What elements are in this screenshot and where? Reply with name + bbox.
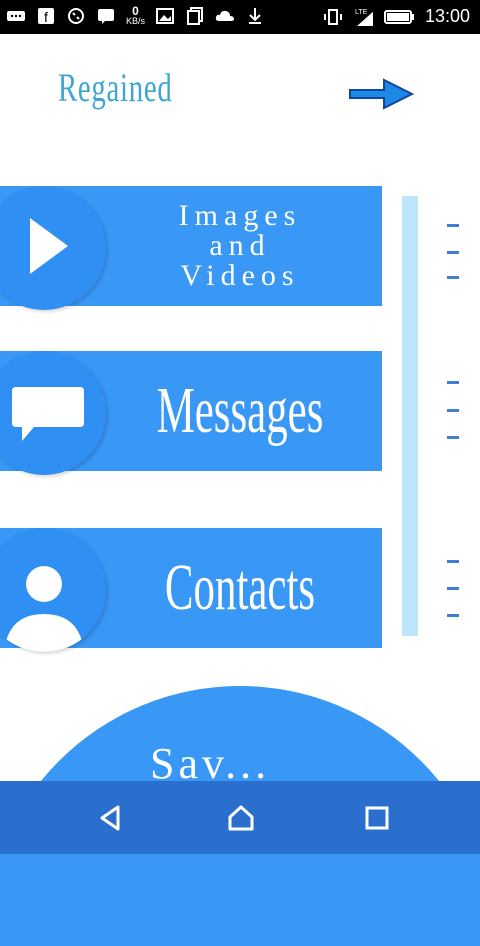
message-icon bbox=[12, 387, 84, 441]
images-label-line-1: Images bbox=[178, 199, 302, 232]
facebook-icon: f bbox=[36, 6, 56, 26]
dash-marker bbox=[447, 224, 459, 227]
status-bar: f 0 KB/s LTE 13:00 bbox=[0, 0, 480, 34]
clock: 13:00 bbox=[424, 6, 470, 26]
battery-icon bbox=[383, 7, 415, 27]
whatsapp-icon bbox=[66, 6, 86, 26]
signal-icon: LTE bbox=[353, 7, 373, 27]
download-icon bbox=[245, 6, 265, 26]
back-icon[interactable] bbox=[96, 803, 126, 833]
svg-text:f: f bbox=[44, 9, 48, 24]
recents-icon[interactable] bbox=[362, 803, 392, 833]
messages-button[interactable]: Messages bbox=[0, 351, 382, 475]
app-title: Regained bbox=[58, 65, 173, 110]
dash-marker bbox=[447, 614, 459, 617]
person-icon bbox=[4, 566, 84, 652]
play-circle bbox=[0, 186, 106, 310]
svg-text:LTE: LTE bbox=[355, 9, 368, 16]
images-label-line-3: Videos bbox=[180, 259, 300, 292]
home-icon[interactable] bbox=[226, 803, 256, 833]
dash-marker bbox=[447, 587, 459, 590]
message-circle bbox=[0, 351, 106, 475]
vibrate-icon bbox=[323, 7, 343, 27]
more-icon bbox=[6, 6, 26, 26]
image-icon bbox=[155, 6, 175, 26]
dash-marker bbox=[447, 276, 459, 279]
copy-icon bbox=[185, 6, 205, 26]
dash-marker bbox=[447, 436, 459, 439]
message-notification-icon bbox=[96, 6, 116, 26]
dash-marker bbox=[447, 409, 459, 412]
play-icon bbox=[30, 218, 68, 274]
network-speed: 0 KB/s bbox=[126, 4, 146, 26]
images-label-line-2: and bbox=[209, 229, 271, 262]
navigation-bar bbox=[0, 781, 480, 854]
contacts-button[interactable]: Contacts bbox=[0, 528, 382, 652]
person-circle bbox=[0, 528, 106, 652]
images-videos-button[interactable]: Images and Videos bbox=[0, 186, 382, 310]
cloud-icon bbox=[215, 6, 235, 26]
status-right: LTE 13:00 bbox=[323, 6, 470, 27]
messages-label: Messages bbox=[156, 374, 324, 447]
contacts-label: Contacts bbox=[164, 551, 316, 624]
scrollbar[interactable] bbox=[402, 196, 418, 636]
dash-marker bbox=[447, 251, 459, 254]
dash-marker bbox=[447, 381, 459, 384]
status-left: f 0 KB/s bbox=[6, 4, 265, 26]
images-videos-label: Images and Videos bbox=[108, 186, 372, 306]
dash-marker bbox=[447, 560, 459, 563]
next-arrow-icon[interactable] bbox=[346, 74, 416, 114]
